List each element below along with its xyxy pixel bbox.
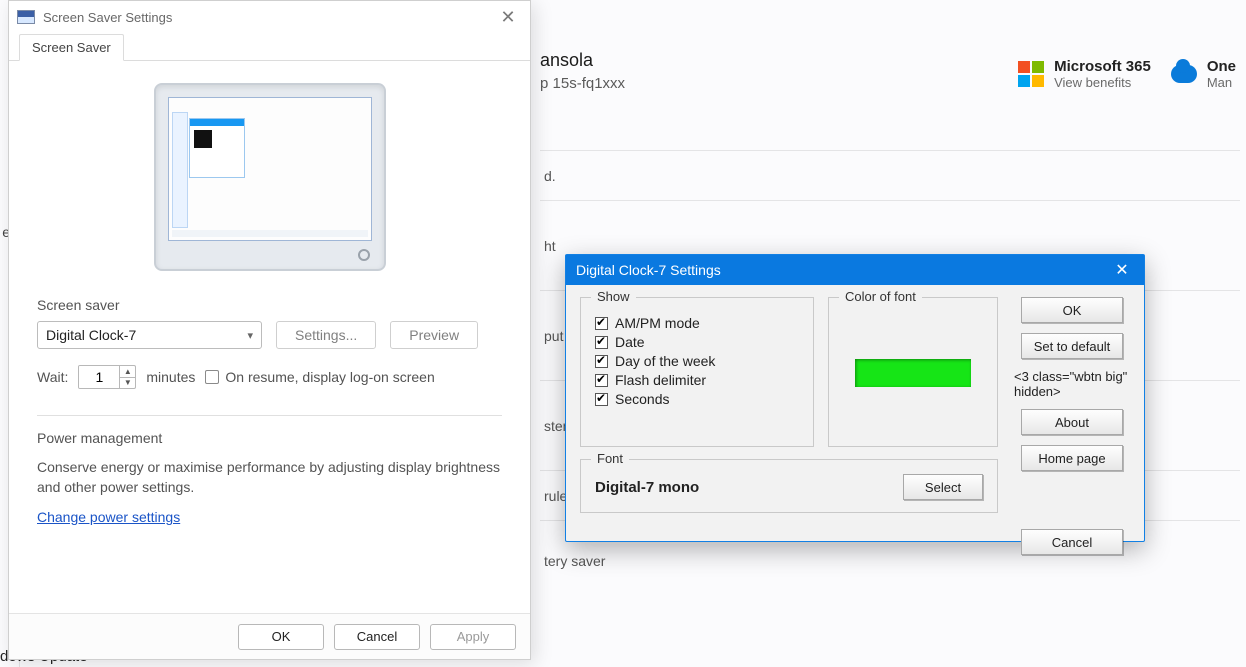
home-page-button[interactable]: Home page: [1021, 445, 1123, 471]
font-color-swatch[interactable]: [855, 359, 971, 387]
show-group: Show AM/PM mode Date Day of the week Fla…: [580, 297, 814, 447]
apply-button[interactable]: Apply: [430, 624, 516, 650]
digital-clock-dialog: Digital Clock-7 Settings ✕ Show AM/PM mo…: [565, 254, 1145, 542]
tab-screensaver[interactable]: Screen Saver: [19, 34, 124, 61]
checkbox-icon: [595, 393, 608, 406]
resume-checkbox[interactable]: On resume, display log-on screen: [205, 369, 434, 385]
show-legend: Show: [591, 289, 636, 304]
minutes-label: minutes: [146, 369, 195, 385]
opt-dow[interactable]: Day of the week: [595, 353, 799, 369]
screensaver-label: Screen saver: [37, 297, 502, 313]
onedrive-sub: Man: [1207, 75, 1236, 90]
checkbox-icon: [595, 355, 608, 368]
ok-button[interactable]: OK: [1021, 297, 1123, 323]
ms365-tile[interactable]: Microsoft 365 View benefits: [1018, 58, 1151, 90]
spinner-down-icon[interactable]: ▼: [120, 378, 135, 389]
ms365-sub: View benefits: [1054, 75, 1151, 90]
cancel-button[interactable]: Cancel: [1021, 529, 1123, 555]
power-title: Power management: [37, 430, 502, 446]
close-button[interactable]: ✕: [1110, 260, 1134, 280]
wait-spinner[interactable]: ▲ ▼: [78, 365, 136, 389]
checkbox-icon: [205, 370, 219, 384]
about-button[interactable]: About: [1021, 409, 1123, 435]
opt-ampm[interactable]: AM/PM mode: [595, 315, 799, 331]
user-name: ansola: [540, 50, 625, 71]
microsoft-logo-icon: [1018, 61, 1044, 87]
font-name: Digital-7 mono: [595, 479, 699, 496]
spinner-up-icon[interactable]: ▲: [120, 366, 135, 378]
user-header: ansola p 15s-fq1xxx: [540, 50, 625, 92]
opt-flash[interactable]: Flash delimiter: [595, 372, 799, 388]
header-right: Microsoft 365 View benefits One Man: [1018, 58, 1236, 90]
set-default-button[interactable]: Set to default: [1021, 333, 1123, 359]
dc-titlebar: Digital Clock-7 Settings ✕: [566, 255, 1144, 285]
screensaver-dialog: Screen Saver Settings ✕ Screen Saver Scr…: [8, 0, 531, 660]
checkbox-icon: [595, 336, 608, 349]
dialog-titlebar: Screen Saver Settings ✕: [9, 1, 530, 33]
settings-row[interactable]: d.: [540, 150, 1240, 200]
preview-button[interactable]: Preview: [390, 321, 478, 349]
wait-input[interactable]: [79, 366, 119, 388]
checkbox-icon: [595, 317, 608, 330]
close-button[interactable]: ✕: [494, 7, 522, 28]
change-power-link[interactable]: Change power settings: [37, 509, 180, 525]
onedrive-title: One: [1207, 58, 1236, 75]
checkbox-icon: [595, 374, 608, 387]
ok-button[interactable]: OK: [238, 624, 324, 650]
preview-monitor: [37, 83, 502, 271]
screensaver-select[interactable]: Digital Clock-7 ▾: [37, 321, 262, 349]
onedrive-tile[interactable]: One Man: [1171, 58, 1236, 90]
opt-sec[interactable]: Seconds: [595, 391, 799, 407]
resume-label: On resume, display log-on screen: [225, 369, 434, 385]
dialog-title: Screen Saver Settings: [43, 10, 172, 25]
wait-label: Wait:: [37, 369, 68, 385]
device-model: p 15s-fq1xxx: [540, 75, 625, 92]
font-legend: Font: [591, 451, 629, 466]
screensaver-value: Digital Clock-7: [46, 327, 136, 343]
power-desc: Conserve energy or maximise performance …: [37, 458, 502, 497]
tab-bar: Screen Saver: [9, 33, 530, 61]
cloud-icon: [1171, 65, 1197, 83]
settings-button[interactable]: Settings...: [276, 321, 376, 349]
screensaver-app-icon: [17, 10, 35, 24]
opt-date[interactable]: Date: [595, 334, 799, 350]
dc-title: Digital Clock-7 Settings: [576, 262, 721, 278]
select-font-button[interactable]: Select: [903, 474, 983, 500]
chevron-down-icon: ▾: [247, 329, 253, 342]
cancel-button[interactable]: Cancel: [334, 624, 420, 650]
color-group: Color of font: [828, 297, 998, 447]
font-group: Font Digital-7 mono Select: [580, 459, 998, 513]
ms365-title: Microsoft 365: [1054, 58, 1151, 75]
dialog-footer: OK Cancel Apply: [9, 613, 530, 659]
color-legend: Color of font: [839, 289, 922, 304]
